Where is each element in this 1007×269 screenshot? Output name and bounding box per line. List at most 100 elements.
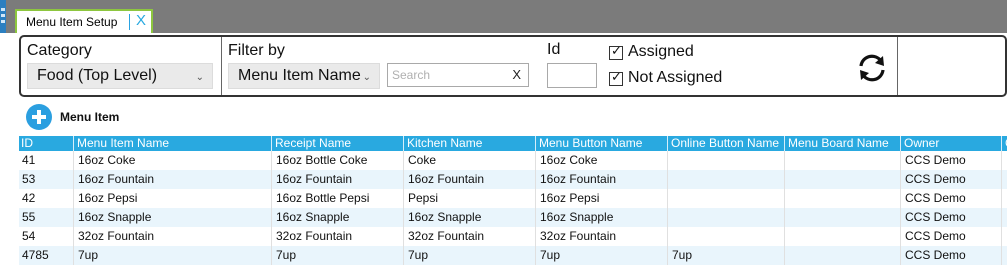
table-row[interactable]: 4785 7up 7up 7up 7up 7up CCS Demo I bbox=[19, 246, 1007, 265]
cell-online-button-name bbox=[667, 151, 784, 170]
column-header-kitchen-name[interactable]: Kitchen Name bbox=[403, 136, 535, 151]
column-header-menu-button-name[interactable]: Menu Button Name bbox=[535, 136, 667, 151]
table-row[interactable]: 41 16oz Coke 16oz Bottle Coke Coke 16oz … bbox=[19, 151, 1007, 170]
table-header-row: ID Menu Item Name Receipt Name Kitchen N… bbox=[19, 136, 1007, 151]
cell-kitchen-name: 32oz Fountain bbox=[403, 227, 535, 246]
handle-dot bbox=[1, 20, 5, 23]
cell-owner: CCS Demo bbox=[900, 227, 1001, 246]
cell-partial: I bbox=[1001, 170, 1007, 189]
cell-menu-item-name: 16oz Snapple bbox=[73, 208, 271, 227]
cell-kitchen-name: 7up bbox=[403, 246, 535, 265]
table-row[interactable]: 42 16oz Pepsi 16oz Bottle Pepsi Pepsi 16… bbox=[19, 189, 1007, 208]
column-header-menu-item-name[interactable]: Menu Item Name bbox=[73, 136, 271, 151]
divider bbox=[221, 37, 222, 95]
category-label: Category bbox=[27, 42, 92, 59]
cell-receipt-name: 16oz Bottle Pepsi bbox=[271, 189, 403, 208]
side-panel-handle[interactable] bbox=[0, 0, 6, 33]
cell-partial: I bbox=[1001, 208, 1007, 227]
handle-dot bbox=[1, 14, 5, 17]
tab-menu-item-setup[interactable]: Menu Item Setup X bbox=[15, 9, 153, 33]
cell-menu-button-name: 32oz Fountain bbox=[535, 227, 667, 246]
cell-kitchen-name: 16oz Snapple bbox=[403, 208, 535, 227]
cell-online-button-name bbox=[667, 170, 784, 189]
cell-online-button-name bbox=[667, 189, 784, 208]
cell-id: 53 bbox=[22, 172, 36, 186]
search-input[interactable] bbox=[392, 65, 502, 85]
column-header-partial[interactable]: C bbox=[1001, 136, 1007, 151]
cell-menu-board-name bbox=[784, 227, 900, 246]
column-header-receipt-name[interactable]: Receipt Name bbox=[271, 136, 403, 151]
chevron-down-icon: ⌄ bbox=[362, 72, 371, 83]
chevron-down-icon: ⌄ bbox=[195, 72, 204, 83]
cell-menu-item-name: 32oz Fountain bbox=[73, 227, 271, 246]
filter-by-select-value: Menu Item Name bbox=[238, 67, 361, 84]
table-row[interactable]: 54 32oz Fountain 32oz Fountain 32oz Foun… bbox=[19, 227, 1007, 246]
divider bbox=[897, 37, 898, 95]
cell-menu-button-name: 16oz Coke bbox=[535, 151, 667, 170]
cell-menu-board-name bbox=[784, 151, 900, 170]
cell-partial: I bbox=[1001, 227, 1007, 246]
column-header-menu-board-name[interactable]: Menu Board Name bbox=[784, 136, 900, 151]
cell-online-button-name: 7up bbox=[667, 246, 784, 265]
cell-id: 41 bbox=[22, 153, 36, 167]
cell-online-button-name bbox=[667, 208, 784, 227]
cell-receipt-name: 16oz Fountain bbox=[271, 170, 403, 189]
filter-by-label: Filter by bbox=[228, 42, 285, 59]
cell-partial: I bbox=[1001, 189, 1007, 208]
cell-menu-item-name: 16oz Coke bbox=[73, 151, 271, 170]
cell-owner: CCS Demo bbox=[900, 151, 1001, 170]
cell-menu-board-name bbox=[784, 208, 900, 227]
filter-panel: Category Food (Top Level) ⌄ Filter by Me… bbox=[19, 35, 1007, 97]
cell-menu-item-name: 16oz Fountain bbox=[73, 170, 271, 189]
assigned-checkbox[interactable] bbox=[609, 44, 623, 60]
cell-menu-item-name: 16oz Pepsi bbox=[73, 189, 271, 208]
category-select-value: Food (Top Level) bbox=[37, 67, 158, 84]
cell-partial: I bbox=[1001, 246, 1007, 265]
id-input[interactable] bbox=[547, 63, 597, 88]
cell-receipt-name: 16oz Snapple bbox=[271, 208, 403, 227]
table-row[interactable]: 55 16oz Snapple 16oz Snapple 16oz Snappl… bbox=[19, 208, 1007, 227]
cell-receipt-name: 7up bbox=[271, 246, 403, 265]
search-clear-button[interactable]: X bbox=[512, 67, 521, 82]
cell-menu-button-name: 16oz Pepsi bbox=[535, 189, 667, 208]
cell-owner: CCS Demo bbox=[900, 208, 1001, 227]
id-label: Id bbox=[547, 41, 561, 58]
cell-owner: CCS Demo bbox=[900, 170, 1001, 189]
cell-menu-board-name bbox=[784, 189, 900, 208]
cell-menu-item-name: 7up bbox=[73, 246, 271, 265]
add-menu-item-label[interactable]: Menu Item bbox=[60, 110, 119, 124]
filter-by-select[interactable]: Menu Item Name ⌄ bbox=[228, 63, 380, 89]
cell-owner: CCS Demo bbox=[900, 189, 1001, 208]
cell-kitchen-name: Coke bbox=[403, 151, 535, 170]
table-row[interactable]: 53 16oz Fountain 16oz Fountain 16oz Foun… bbox=[19, 170, 1007, 189]
cell-receipt-name: 32oz Fountain bbox=[271, 227, 403, 246]
menu-items-table: ID Menu Item Name Receipt Name Kitchen N… bbox=[19, 136, 1007, 265]
tab-separator bbox=[129, 14, 130, 30]
column-header-owner[interactable]: Owner bbox=[900, 136, 1001, 151]
column-header-online-button-name[interactable]: Online Button Name bbox=[667, 136, 784, 151]
not-assigned-label: Not Assigned bbox=[628, 69, 723, 86]
column-header-id[interactable]: ID bbox=[19, 136, 73, 151]
cell-menu-button-name: 16oz Snapple bbox=[535, 208, 667, 227]
cell-menu-board-name bbox=[784, 246, 900, 265]
cell-id: 54 bbox=[22, 229, 36, 243]
cell-menu-board-name bbox=[784, 170, 900, 189]
refresh-icon[interactable] bbox=[855, 51, 889, 85]
cell-partial: I bbox=[1001, 151, 1007, 170]
cell-menu-button-name: 16oz Fountain bbox=[535, 170, 667, 189]
cell-online-button-name bbox=[667, 227, 784, 246]
cell-receipt-name: 16oz Bottle Coke bbox=[271, 151, 403, 170]
search-box: X bbox=[387, 63, 529, 87]
tab-close-button[interactable]: X bbox=[136, 12, 146, 29]
cell-id: 42 bbox=[22, 191, 36, 205]
add-menu-item-button[interactable] bbox=[26, 104, 52, 130]
handle-dot bbox=[1, 8, 5, 11]
assigned-label: Assigned bbox=[628, 43, 694, 60]
not-assigned-checkbox[interactable] bbox=[609, 70, 623, 86]
cell-id: 55 bbox=[22, 210, 36, 224]
category-select[interactable]: Food (Top Level) ⌄ bbox=[27, 63, 213, 89]
cell-kitchen-name: 16oz Fountain bbox=[403, 170, 535, 189]
cell-id: 4785 bbox=[22, 248, 49, 262]
cell-kitchen-name: Pepsi bbox=[403, 189, 535, 208]
tab-label: Menu Item Setup bbox=[26, 15, 118, 29]
